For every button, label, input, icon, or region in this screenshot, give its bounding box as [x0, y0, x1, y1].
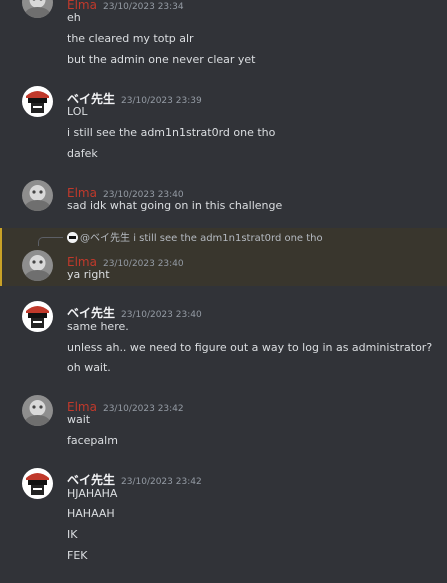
- username[interactable]: Elma: [67, 255, 97, 269]
- message-text: sad idk what going on in this challenge: [67, 199, 283, 212]
- message-text: HJAHAHA: [67, 487, 118, 500]
- message-text: i still see the adm1n1strat0rd one tho: [67, 126, 276, 139]
- timestamp[interactable]: 23/10/2023 23:34: [103, 2, 184, 12]
- message-text: FEK: [67, 549, 88, 562]
- elma-avatar[interactable]: [22, 180, 53, 211]
- reply-connector: [38, 237, 63, 246]
- bei-avatar[interactable]: [22, 468, 53, 499]
- bei-avatar[interactable]: [22, 86, 53, 117]
- message-text: the cleared my totp alr: [67, 32, 194, 45]
- username[interactable]: ベイ先生: [67, 473, 115, 487]
- timestamp[interactable]: 23/10/2023 23:42: [121, 477, 202, 487]
- message-text: oh wait.: [67, 361, 111, 374]
- reply-text: i still see the adm1n1strat0rd one tho: [133, 233, 323, 244]
- timestamp[interactable]: 23/10/2023 23:40: [121, 310, 202, 320]
- message-header: ベイ先生 23/10/2023 23:40: [67, 302, 202, 321]
- message-text: facepalm: [67, 434, 118, 447]
- reply-avatar-icon: [67, 232, 78, 243]
- reply-mention[interactable]: @ベイ先生: [80, 233, 130, 244]
- elma-avatar[interactable]: [22, 250, 53, 281]
- message-text: unless ah.. we need to figure out a way …: [67, 341, 433, 354]
- timestamp[interactable]: 23/10/2023 23:39: [121, 96, 202, 106]
- username[interactable]: Elma: [67, 186, 97, 200]
- message-text: same here.: [67, 320, 129, 333]
- message-text: HAHAAH: [67, 507, 115, 520]
- message-text: LOL: [67, 105, 88, 118]
- timestamp[interactable]: 23/10/2023 23:42: [103, 404, 184, 414]
- message-text: dafek: [67, 147, 98, 160]
- message-text: IK: [67, 528, 78, 541]
- message-text: wait: [67, 413, 91, 426]
- message-header: ベイ先生 23/10/2023 23:42: [67, 469, 202, 488]
- message-header: Elma 23/10/2023 23:34: [67, 0, 184, 13]
- message-text: eh: [67, 11, 81, 24]
- elma-avatar[interactable]: [22, 0, 53, 18]
- elma-avatar[interactable]: [22, 395, 53, 426]
- message-text: ya right: [67, 268, 110, 281]
- username[interactable]: ベイ先生: [67, 92, 115, 106]
- username[interactable]: Elma: [67, 400, 97, 414]
- timestamp[interactable]: 23/10/2023 23:40: [103, 259, 184, 269]
- reply-preview[interactable]: @ベイ先生 i still see the adm1n1strat0rd one…: [67, 229, 323, 244]
- message-text: but the admin one never clear yet: [67, 53, 256, 66]
- username[interactable]: ベイ先生: [67, 306, 115, 320]
- bei-avatar[interactable]: [22, 301, 53, 332]
